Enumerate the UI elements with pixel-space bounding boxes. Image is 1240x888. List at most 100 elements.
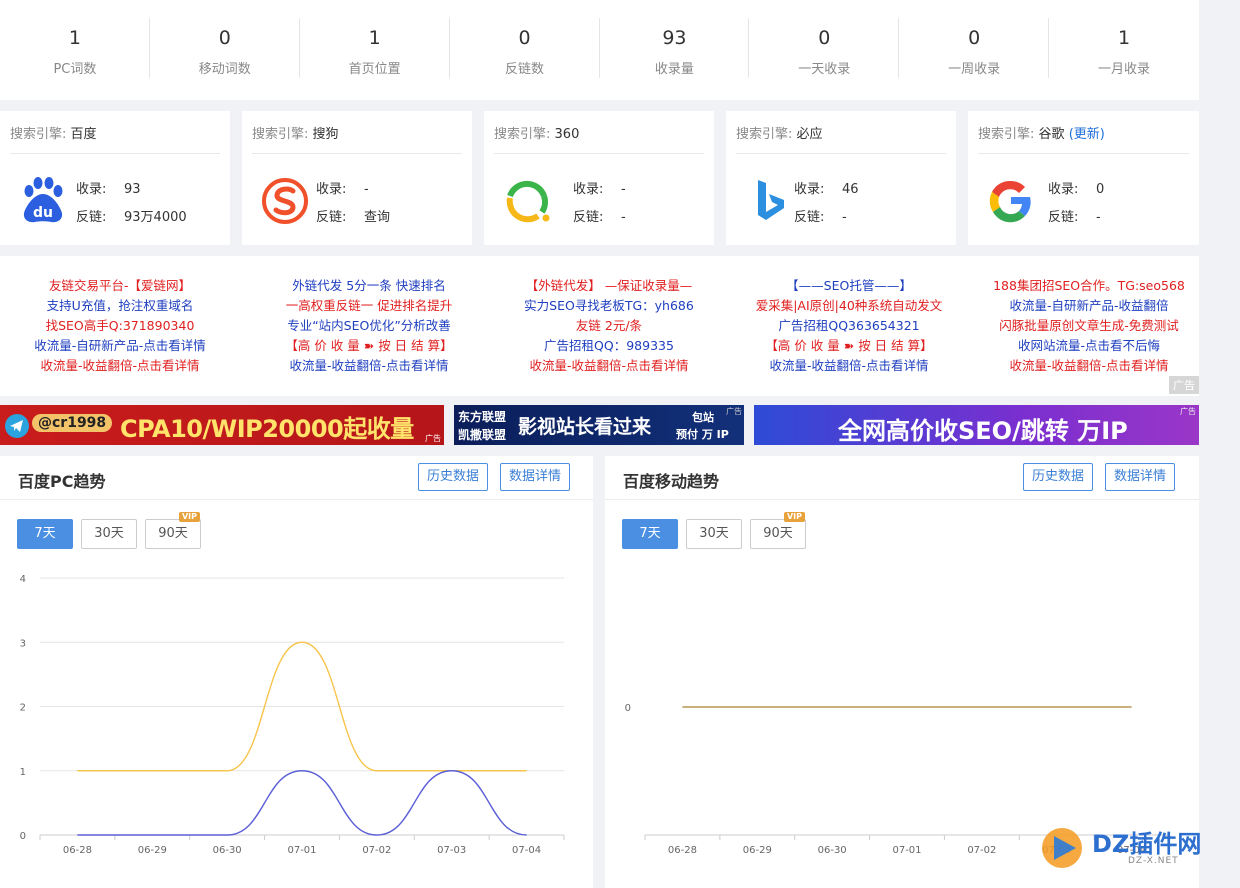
ad-link[interactable]: 收流量-收益翻倍-点击看详情 [729, 356, 969, 376]
x-tick-label: 07-02 [967, 845, 996, 856]
index-value[interactable]: 0 [1096, 182, 1104, 197]
stat-first-page[interactable]: 1 首页位置 [300, 0, 450, 100]
stat-week-indexed[interactable]: 0 一周收录 [899, 0, 1050, 100]
engine-header: 搜索引擎: 百度 [10, 123, 220, 154]
banner-line2: 凯撒联盟 [458, 428, 507, 442]
index-value[interactable]: 93 [124, 182, 141, 197]
banner-ad-seo[interactable]: 全网高价收SEO/跳转 万IP 广告 [754, 405, 1199, 445]
ad-link[interactable]: 支持U充值，抢注权重域名 [0, 296, 240, 316]
ad-link[interactable]: 收流量-自研新产品-点击看详情 [0, 336, 240, 356]
banner-line1: 东方联盟 [458, 410, 507, 424]
engine-prefix: 搜索引擎: [978, 127, 1035, 142]
engine-card-360: 搜索引擎: 360 收录: - 反链: - [484, 111, 714, 245]
stat-day-indexed[interactable]: 0 一天收录 [749, 0, 900, 100]
vip-badge: VIP [178, 512, 200, 522]
ad-link[interactable]: 闪豚批量原创文章生成-免费测试 [969, 316, 1209, 336]
history-data-button[interactable]: 历史数据 [418, 463, 489, 491]
ad-column: 【外链代发】 —保证收录量— 实力SEO寻找老板TG：yh686 友链 2元/条… [489, 276, 729, 376]
data-detail-button[interactable]: 数据详情 [500, 463, 571, 491]
bing-icon [758, 180, 784, 220]
ad-link[interactable]: 广告招租QQ：989335 [489, 336, 729, 356]
x-tick-label: 06-30 [213, 845, 242, 856]
ad-link[interactable]: 收流量-收益翻倍-点击看详情 [969, 356, 1209, 376]
ad-link[interactable]: 专业“站内SEO优化”分析改善 [249, 316, 489, 336]
sogou-icon [262, 178, 308, 224]
panel-header: 百度移动趋势 历史数据 数据详情 [605, 456, 1199, 500]
banner-text: CPA10/WIP20000起收量 [120, 415, 414, 443]
x-tick-label: 06-28 [668, 845, 697, 856]
backlink-label: 反链: [76, 210, 107, 225]
range-90d-button[interactable]: 90天 VIP [145, 512, 201, 549]
ad-tag: 广告 [1169, 376, 1199, 394]
banner-ad-film[interactable]: 东方联盟 凯撒联盟 影视站长看过来 包站 预付 万 IP 广告 [454, 405, 744, 445]
x-tick-label: 07-02 [362, 845, 391, 856]
mobile-trend-chart: 006-2806-2906-3007-0107-0207-0307-04 [625, 703, 1170, 856]
stat-pc-words[interactable]: 1 PC词数 [0, 0, 150, 100]
backlink-value[interactable]: - [1096, 210, 1101, 225]
index-value[interactable]: - [364, 182, 369, 197]
range-7d-button[interactable]: 7天 [622, 519, 678, 549]
y-tick-label: 1 [20, 767, 26, 778]
stat-month-indexed[interactable]: 1 一月收录 [1049, 0, 1199, 100]
engine-name: 百度 [70, 127, 97, 142]
ad-link[interactable]: 广告招租QQ363654321 [729, 316, 969, 336]
backlink-value[interactable]: 查询 [364, 210, 390, 225]
range-30d-button[interactable]: 30天 [81, 519, 137, 549]
ad-link[interactable]: 【高 价 收 量 ➽ 按 日 结 算】 [729, 336, 969, 356]
stat-label: 移动词数 [198, 61, 251, 77]
backlink-label: 反链: [573, 210, 604, 225]
stat-indexed[interactable]: 93 收录量 [600, 0, 750, 100]
ad-link[interactable]: 收流量-自研新产品-收益翻倍 [969, 296, 1209, 316]
telegram-icon [5, 414, 29, 438]
stat-label: 收录量 [654, 61, 694, 77]
data-detail-button[interactable]: 数据详情 [1105, 463, 1176, 491]
ad-link[interactable]: 爱采集|AI原创|40种系统自动发文 [729, 296, 969, 316]
stat-mobile-words[interactable]: 0 移动词数 [150, 0, 300, 100]
watermark-text: DZ插件网 [1092, 830, 1202, 858]
panel-title: 百度移动趋势 [623, 472, 720, 491]
index-value[interactable]: - [621, 182, 626, 197]
ad-link[interactable]: 友链交易平台-【爱链网】 [0, 276, 240, 296]
backlink-value[interactable]: - [621, 210, 626, 225]
range-30d-button[interactable]: 30天 [686, 519, 742, 549]
backlink-value[interactable]: - [842, 210, 847, 225]
stat-backlinks[interactable]: 0 反链数 [450, 0, 600, 100]
ad-link[interactable]: 收网站流量-点击看不后悔 [969, 336, 1209, 356]
range-7d-button[interactable]: 7天 [17, 519, 73, 549]
engine-stats: 收录: - 反链: 查询 [316, 176, 390, 232]
range-label: 90天 [763, 526, 793, 541]
panel-header: 百度PC趋势 历史数据 数据详情 [0, 456, 593, 500]
stat-value: 1 [68, 26, 81, 49]
ad-link[interactable]: 友链 2元/条 [489, 316, 729, 336]
banner-ad-tag: 广告 [1180, 407, 1196, 416]
banner-right2: 预付 万 IP [676, 428, 729, 441]
engine-name: 360 [554, 127, 580, 142]
ad-link[interactable]: 188集团招SEO合作。TG:seo568 [969, 276, 1209, 296]
ad-link[interactable]: 收流量-收益翻倍-点击看详情 [249, 356, 489, 376]
ad-link[interactable]: 【——SEO托管——】 [729, 276, 969, 296]
ad-link[interactable]: 收流量-收益翻倍-点击看详情 [489, 356, 729, 376]
stat-label: 一月收录 [1098, 61, 1151, 77]
ad-link[interactable]: 外链代发 5分一条 快速排名 [249, 276, 489, 296]
stat-value: 0 [518, 26, 531, 49]
ad-link[interactable]: 一高权重反链一 促进排名提升 [249, 296, 489, 316]
backlink-value[interactable]: 93万4000 [124, 210, 187, 225]
ad-link[interactable]: 【高 价 收 量 ➽ 按 日 结 算】 [249, 336, 489, 356]
x-tick-label: 07-01 [287, 845, 316, 856]
engine-stats: 收录: 46 反链: - [794, 176, 859, 232]
update-link[interactable]: (更新) [1069, 127, 1105, 142]
ad-link[interactable]: 【外链代发】 —保证收录量— [489, 276, 729, 296]
y-tick-label: 0 [625, 703, 631, 714]
ad-link[interactable]: 收流量-收益翻倍-点击看详情 [0, 356, 240, 376]
banner-right1: 包站 [692, 411, 714, 424]
index-value[interactable]: 46 [842, 182, 859, 197]
y-tick-label: 0 [20, 831, 26, 842]
banner-ad-cpa[interactable]: @cr1998 CPA10/WIP20000起收量 广告 [0, 405, 444, 445]
ad-link[interactable]: 找SEO高手Q:371890340 [0, 316, 240, 336]
ad-link[interactable]: 实力SEO寻找老板TG：yh686 [489, 296, 729, 316]
engine-name: 搜狗 [312, 127, 339, 142]
engine-card-baidu: 搜索引擎: 百度 du 收录: 93 反链: 93万4000 [0, 111, 230, 245]
history-data-button[interactable]: 历史数据 [1023, 463, 1094, 491]
range-90d-button[interactable]: 90天 VIP [750, 512, 806, 549]
x-tick-label: 07-01 [892, 845, 921, 856]
